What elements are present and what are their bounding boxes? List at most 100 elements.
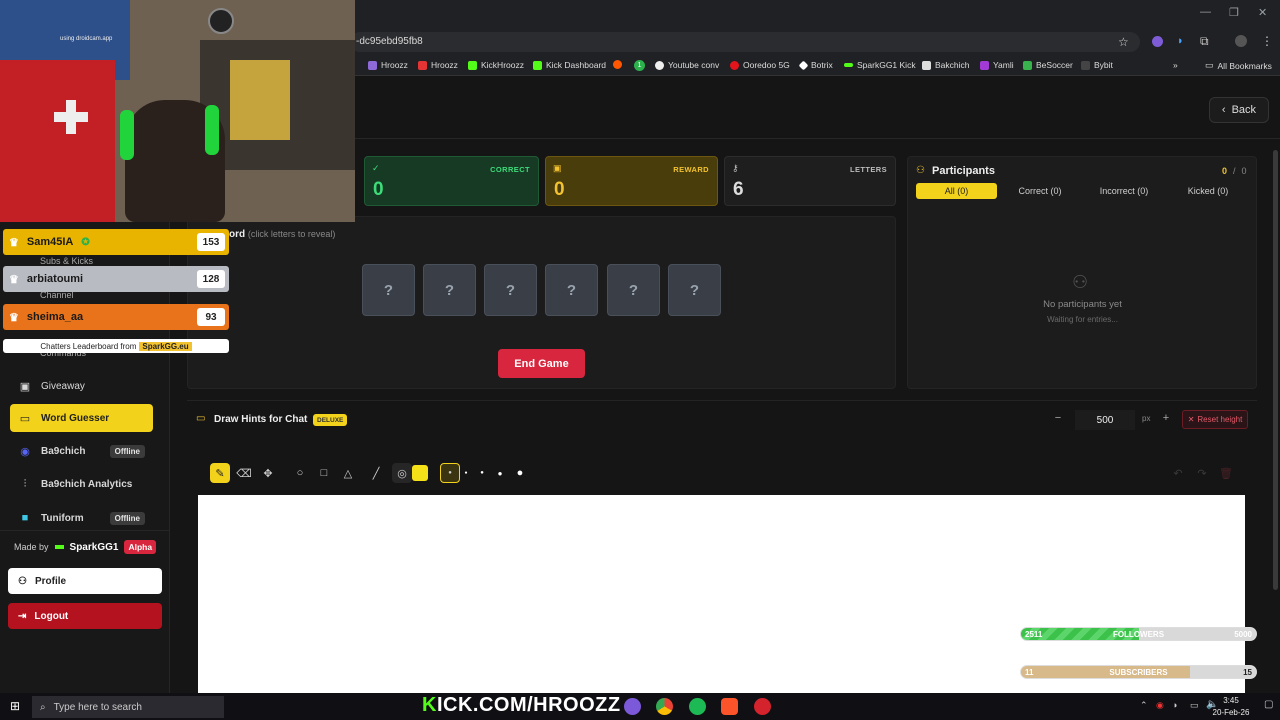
bookmark-youtube-conv[interactable]: Youtube conv <box>655 60 719 70</box>
app-taskbar-icon[interactable] <box>624 698 641 715</box>
palette-icon[interactable]: ◎ <box>392 463 412 483</box>
sidebar-item-giveaway[interactable]: ▣ Giveaway <box>10 372 153 400</box>
bakchich-icon <box>922 60 931 70</box>
chrome-icon[interactable] <box>656 698 673 715</box>
network-icon[interactable]: ▭ <box>1190 700 1199 711</box>
avatar[interactable] <box>1235 35 1247 47</box>
notifications-icon[interactable]: ▢ <box>1264 699 1273 710</box>
letter-tile[interactable]: ? <box>607 264 660 316</box>
bookmark-botrix[interactable]: Botrix <box>798 60 833 70</box>
bookmark-reddit[interactable] <box>613 60 622 69</box>
headset <box>205 105 219 155</box>
draw-title: Draw Hints for Chat <box>214 414 308 425</box>
sidebar-item-subs-kicks[interactable]: Subs & Kicks <box>40 256 93 266</box>
chevron-left-icon: ‹ <box>1221 104 1226 116</box>
flag-cross <box>54 112 88 122</box>
key-icon: ⚷ <box>732 163 739 173</box>
folder-icon: ▭ <box>1205 60 1214 70</box>
pencil-tool-icon[interactable]: ✎ <box>210 463 230 483</box>
puzzle-icon[interactable]: ⧉ <box>1200 34 1209 49</box>
bybit-icon <box>1081 60 1090 70</box>
move-tool-icon[interactable]: ✥ <box>258 463 278 483</box>
bookmark-bybit[interactable]: Bybit <box>1081 60 1113 70</box>
bookmark-star-icon[interactable]: ☆ <box>1118 35 1129 49</box>
letter-tile[interactable]: ? <box>362 264 415 316</box>
bookmark-yamli[interactable]: Yamli <box>980 60 1014 70</box>
sidebar-item-ba9chich[interactable]: ◉ Ba9chich Offline <box>10 437 153 465</box>
letter-tile[interactable]: ? <box>668 264 721 316</box>
address-bar[interactable] <box>350 32 1140 52</box>
translate-icon[interactable]: ◗ <box>1177 35 1184 47</box>
reset-height-button[interactable]: ✕ Reset height <box>1182 410 1248 429</box>
close-icon[interactable]: ✕ <box>1258 6 1267 19</box>
bookmark-sparkgg1-kick[interactable]: SparkGG1 Kick <box>844 60 916 70</box>
logout-button[interactable]: ⇥ Logout <box>8 603 162 629</box>
decrease-height-button[interactable]: − <box>1050 412 1066 428</box>
tray-app-icon[interactable]: ◉ <box>1156 700 1164 711</box>
eraser-tool-icon[interactable]: ⌫ <box>234 463 254 483</box>
bookmark-ooredoo[interactable]: Ooredoo 5G <box>730 60 790 70</box>
trash-icon[interactable]: 🗑 <box>1216 463 1236 483</box>
obs-icon[interactable] <box>754 698 771 715</box>
letter-tile[interactable]: ? <box>423 264 476 316</box>
color-swatch[interactable] <box>412 465 428 481</box>
tab-incorrect[interactable]: Incorrect (0) <box>1084 183 1164 199</box>
end-game-button[interactable]: End Game <box>498 349 585 378</box>
stream-url-overlay: KICK.COM/HROOZZ <box>422 694 621 716</box>
all-bookmarks[interactable]: ▭ All Bookmarks <box>1205 60 1272 71</box>
clock-date[interactable]: 20-Feb-26 <box>1203 708 1259 717</box>
letter-tile[interactable]: ? <box>484 264 537 316</box>
back-button[interactable]: ‹ Back <box>1209 97 1269 123</box>
sidebar-item-word-guesser[interactable]: ▭ Word Guesser <box>10 404 153 432</box>
drawing-canvas[interactable] <box>198 495 1245 693</box>
letter-tile[interactable]: ? <box>545 264 598 316</box>
webcam-watermark: using droidcam.app <box>60 36 113 42</box>
bookmark-badge[interactable]: 1 <box>634 60 645 71</box>
made-by: Made by SparkGG1 Alpha <box>14 540 157 554</box>
windows-start-icon[interactable]: ⊞ <box>10 699 20 713</box>
increase-height-button[interactable]: + <box>1158 412 1174 428</box>
sidebar-item-ba9chich-analytics[interactable]: ⫶ Ba9chich Analytics <box>10 470 153 498</box>
brave-icon[interactable] <box>721 698 738 715</box>
triangle-tool-icon[interactable]: △ <box>338 463 358 483</box>
tray-chevron-icon[interactable]: ⌃ <box>1140 700 1148 711</box>
spotify-icon[interactable] <box>689 698 706 715</box>
brush-size-xl[interactable]: ● <box>510 463 530 483</box>
logout-icon: ⇥ <box>18 610 27 622</box>
tab-kicked[interactable]: Kicked (0) <box>1168 183 1248 199</box>
tab-all[interactable]: All (0) <box>916 183 997 199</box>
bookmark-kick-dashboard[interactable]: Kick Dashboard <box>533 60 606 70</box>
profile-button[interactable]: ⚇ Profile <box>8 568 162 594</box>
circle-tool-icon[interactable]: ○ <box>290 463 310 483</box>
maximize-icon[interactable]: ❐ <box>1229 6 1239 19</box>
tab-correct[interactable]: Correct (0) <box>1001 183 1079 199</box>
line-tool-icon[interactable]: ╱ <box>366 463 386 483</box>
rectangle-tool-icon[interactable]: □ <box>314 463 334 483</box>
redo-icon[interactable]: ↷ <box>1192 463 1212 483</box>
menu-icon[interactable]: ⋮ <box>1261 34 1273 48</box>
botrix-icon <box>798 60 809 70</box>
bookmark-hroozz-2[interactable]: Hroozz <box>418 60 458 70</box>
gamepad-icon: ▭ <box>19 412 31 425</box>
converter-icon <box>655 60 664 70</box>
clock-time[interactable]: 3:45 <box>1206 696 1256 705</box>
minimize-icon[interactable]: — <box>1200 6 1211 18</box>
bookmark-besoccer[interactable]: BeSoccer <box>1023 60 1073 70</box>
sidebar-item-tuniform[interactable]: ■ Tuniform Offline <box>10 504 153 532</box>
more-bookmarks-icon[interactable]: » <box>1173 60 1178 70</box>
undo-icon[interactable]: ↶ <box>1168 463 1188 483</box>
height-input[interactable]: 500 <box>1075 410 1135 430</box>
scrollbar[interactable] <box>1273 150 1278 590</box>
participants-count: 0 / 0 <box>1222 166 1247 176</box>
kick-icon <box>533 60 542 70</box>
tray-app-icon[interactable]: ◑ <box>1172 700 1177 710</box>
bookmark-kickhroozz[interactable]: KickHroozz <box>468 60 524 70</box>
brush-size-l[interactable]: ● <box>490 463 510 483</box>
taskbar-search[interactable]: ⌕ Type here to search <box>32 696 224 718</box>
bookmark-bakchich[interactable]: Bakchich <box>922 60 970 70</box>
extension-icon[interactable] <box>1152 36 1163 47</box>
crown-icon: ♛ <box>9 311 19 324</box>
bookmark-hroozz-1[interactable]: Hroozz <box>368 60 408 70</box>
youtube-icon <box>418 60 427 70</box>
brush-size-m[interactable]: ● <box>472 463 492 483</box>
